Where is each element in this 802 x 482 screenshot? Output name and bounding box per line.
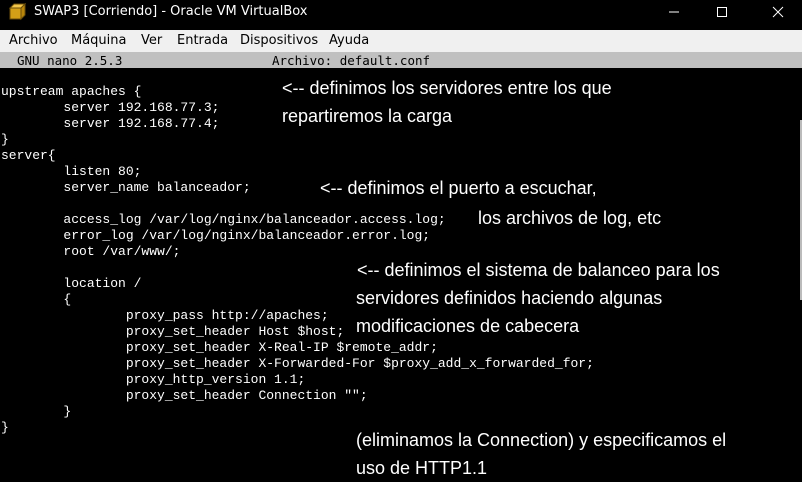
maximize-icon bbox=[717, 7, 727, 17]
menu-archivo[interactable]: Archivo bbox=[9, 33, 58, 48]
code-line: error_log /var/log/nginx/balanceador.err… bbox=[1, 228, 431, 243]
code-line: proxy_set_header Host $host; bbox=[1, 324, 345, 339]
nano-filename: Archivo: default.conf bbox=[272, 53, 431, 68]
code-line: proxy_set_header X-Forwarded-For $proxy_… bbox=[1, 356, 594, 371]
code-line: server 192.168.77.3; bbox=[1, 100, 220, 115]
minimize-button[interactable] bbox=[650, 0, 698, 24]
annotation-location-cont1: servidores definidos haciendo algunas bbox=[356, 288, 663, 308]
annotation-upstream: <-- definimos los servidores entre los q… bbox=[282, 78, 612, 98]
menu-entrada[interactable]: Entrada bbox=[177, 33, 228, 48]
annotation-location: <-- definimos el sistema de balanceo par… bbox=[357, 260, 720, 280]
code-line: server{ bbox=[1, 148, 56, 163]
code-line: upstream apaches { bbox=[1, 84, 142, 99]
code-line: server_name balanceador; bbox=[1, 180, 251, 195]
code-line: proxy_set_header X-Real-IP $remote_addr; bbox=[1, 340, 438, 355]
code-line: } bbox=[1, 404, 72, 419]
minimize-icon bbox=[669, 11, 679, 13]
nano-header: GNU nano 2.5.3 Archivo: default.conf bbox=[0, 52, 802, 68]
vm-screen[interactable]: GNU nano 2.5.3 Archivo: default.conf ups… bbox=[0, 52, 802, 482]
annotation-http-cont: uso de HTTP1.1 bbox=[356, 458, 488, 478]
code-line: listen 80; bbox=[1, 164, 142, 179]
menu-maquina[interactable]: Máquina bbox=[71, 33, 127, 48]
menu-ayuda[interactable]: Ayuda bbox=[329, 33, 369, 48]
code-line: location / bbox=[1, 276, 142, 291]
code-line: proxy_set_header Connection ""; bbox=[1, 388, 368, 403]
menu-dispositivos[interactable]: Dispositivos bbox=[240, 33, 318, 48]
nano-version: GNU nano 2.5.3 bbox=[17, 53, 123, 68]
virtualbox-icon bbox=[8, 3, 26, 21]
annotation-http: (eliminamos la Connection) y especificam… bbox=[356, 430, 727, 450]
close-button[interactable] bbox=[754, 0, 802, 24]
code-line: proxy_http_version 1.1; bbox=[1, 372, 306, 387]
annotation-upstream-cont: repartiremos la carga bbox=[282, 106, 453, 126]
menu-bar: Archivo Máquina Ver Entrada Dispositivos… bbox=[0, 30, 802, 52]
code-line: access_log /var/log/nginx/balanceador.ac… bbox=[1, 212, 446, 227]
annotation-listen: <-- definimos el puerto a escuchar, bbox=[320, 178, 597, 198]
code-line: proxy_pass http://apaches; bbox=[1, 308, 329, 323]
title-bar: SWAP3 [Corriendo] - Oracle VM VirtualBox bbox=[0, 0, 802, 24]
close-icon bbox=[772, 6, 784, 18]
code-line: { bbox=[1, 292, 72, 307]
code-line: root /var/www/; bbox=[1, 244, 181, 259]
window-title: SWAP3 [Corriendo] - Oracle VM VirtualBox bbox=[34, 4, 308, 19]
maximize-button[interactable] bbox=[698, 0, 746, 24]
menu-ver[interactable]: Ver bbox=[141, 33, 162, 48]
annotation-location-cont2: modificaciones de cabecera bbox=[356, 316, 580, 336]
code-line: } bbox=[1, 420, 9, 435]
code-line: } bbox=[1, 132, 9, 147]
annotation-logs: los archivos de log, etc bbox=[478, 208, 662, 228]
code-line: server 192.168.77.4; bbox=[1, 116, 220, 131]
